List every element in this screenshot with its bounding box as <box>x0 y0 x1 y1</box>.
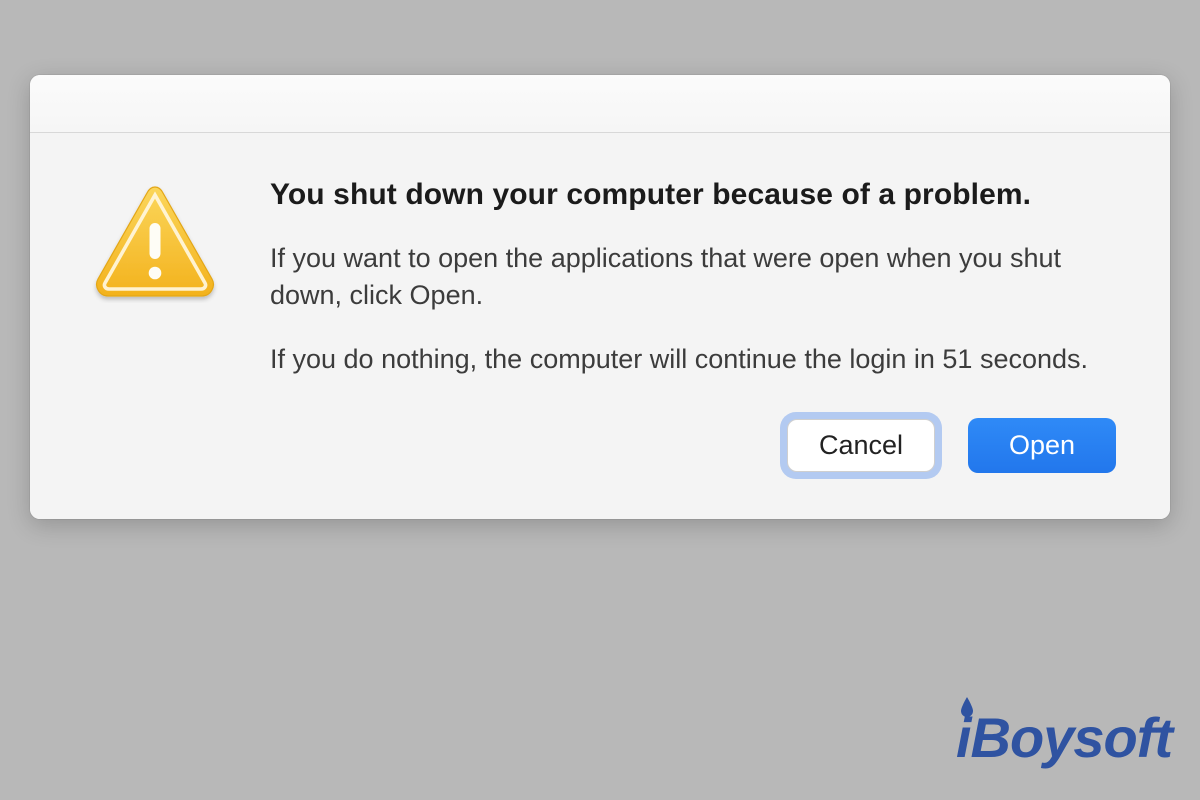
dialog-titlebar <box>30 75 1170 133</box>
warning-icon <box>90 175 220 303</box>
shutdown-alert-dialog: You shut down your computer because of a… <box>30 75 1170 519</box>
cancel-button-focus-ring: Cancel <box>780 412 942 479</box>
open-button[interactable]: Open <box>968 418 1116 473</box>
dialog-actions: Cancel Open <box>270 412 1120 479</box>
dialog-message: If you want to open the applications tha… <box>270 240 1120 315</box>
dialog-countdown: If you do nothing, the computer will con… <box>270 341 1120 378</box>
dialog-body: You shut down your computer because of a… <box>30 133 1170 519</box>
dialog-heading: You shut down your computer because of a… <box>270 175 1120 214</box>
cancel-button[interactable]: Cancel <box>787 419 935 472</box>
droplet-icon <box>960 697 974 717</box>
dialog-text-col: You shut down your computer because of a… <box>270 175 1120 479</box>
watermark-logo: i Boysoft <box>956 710 1172 766</box>
